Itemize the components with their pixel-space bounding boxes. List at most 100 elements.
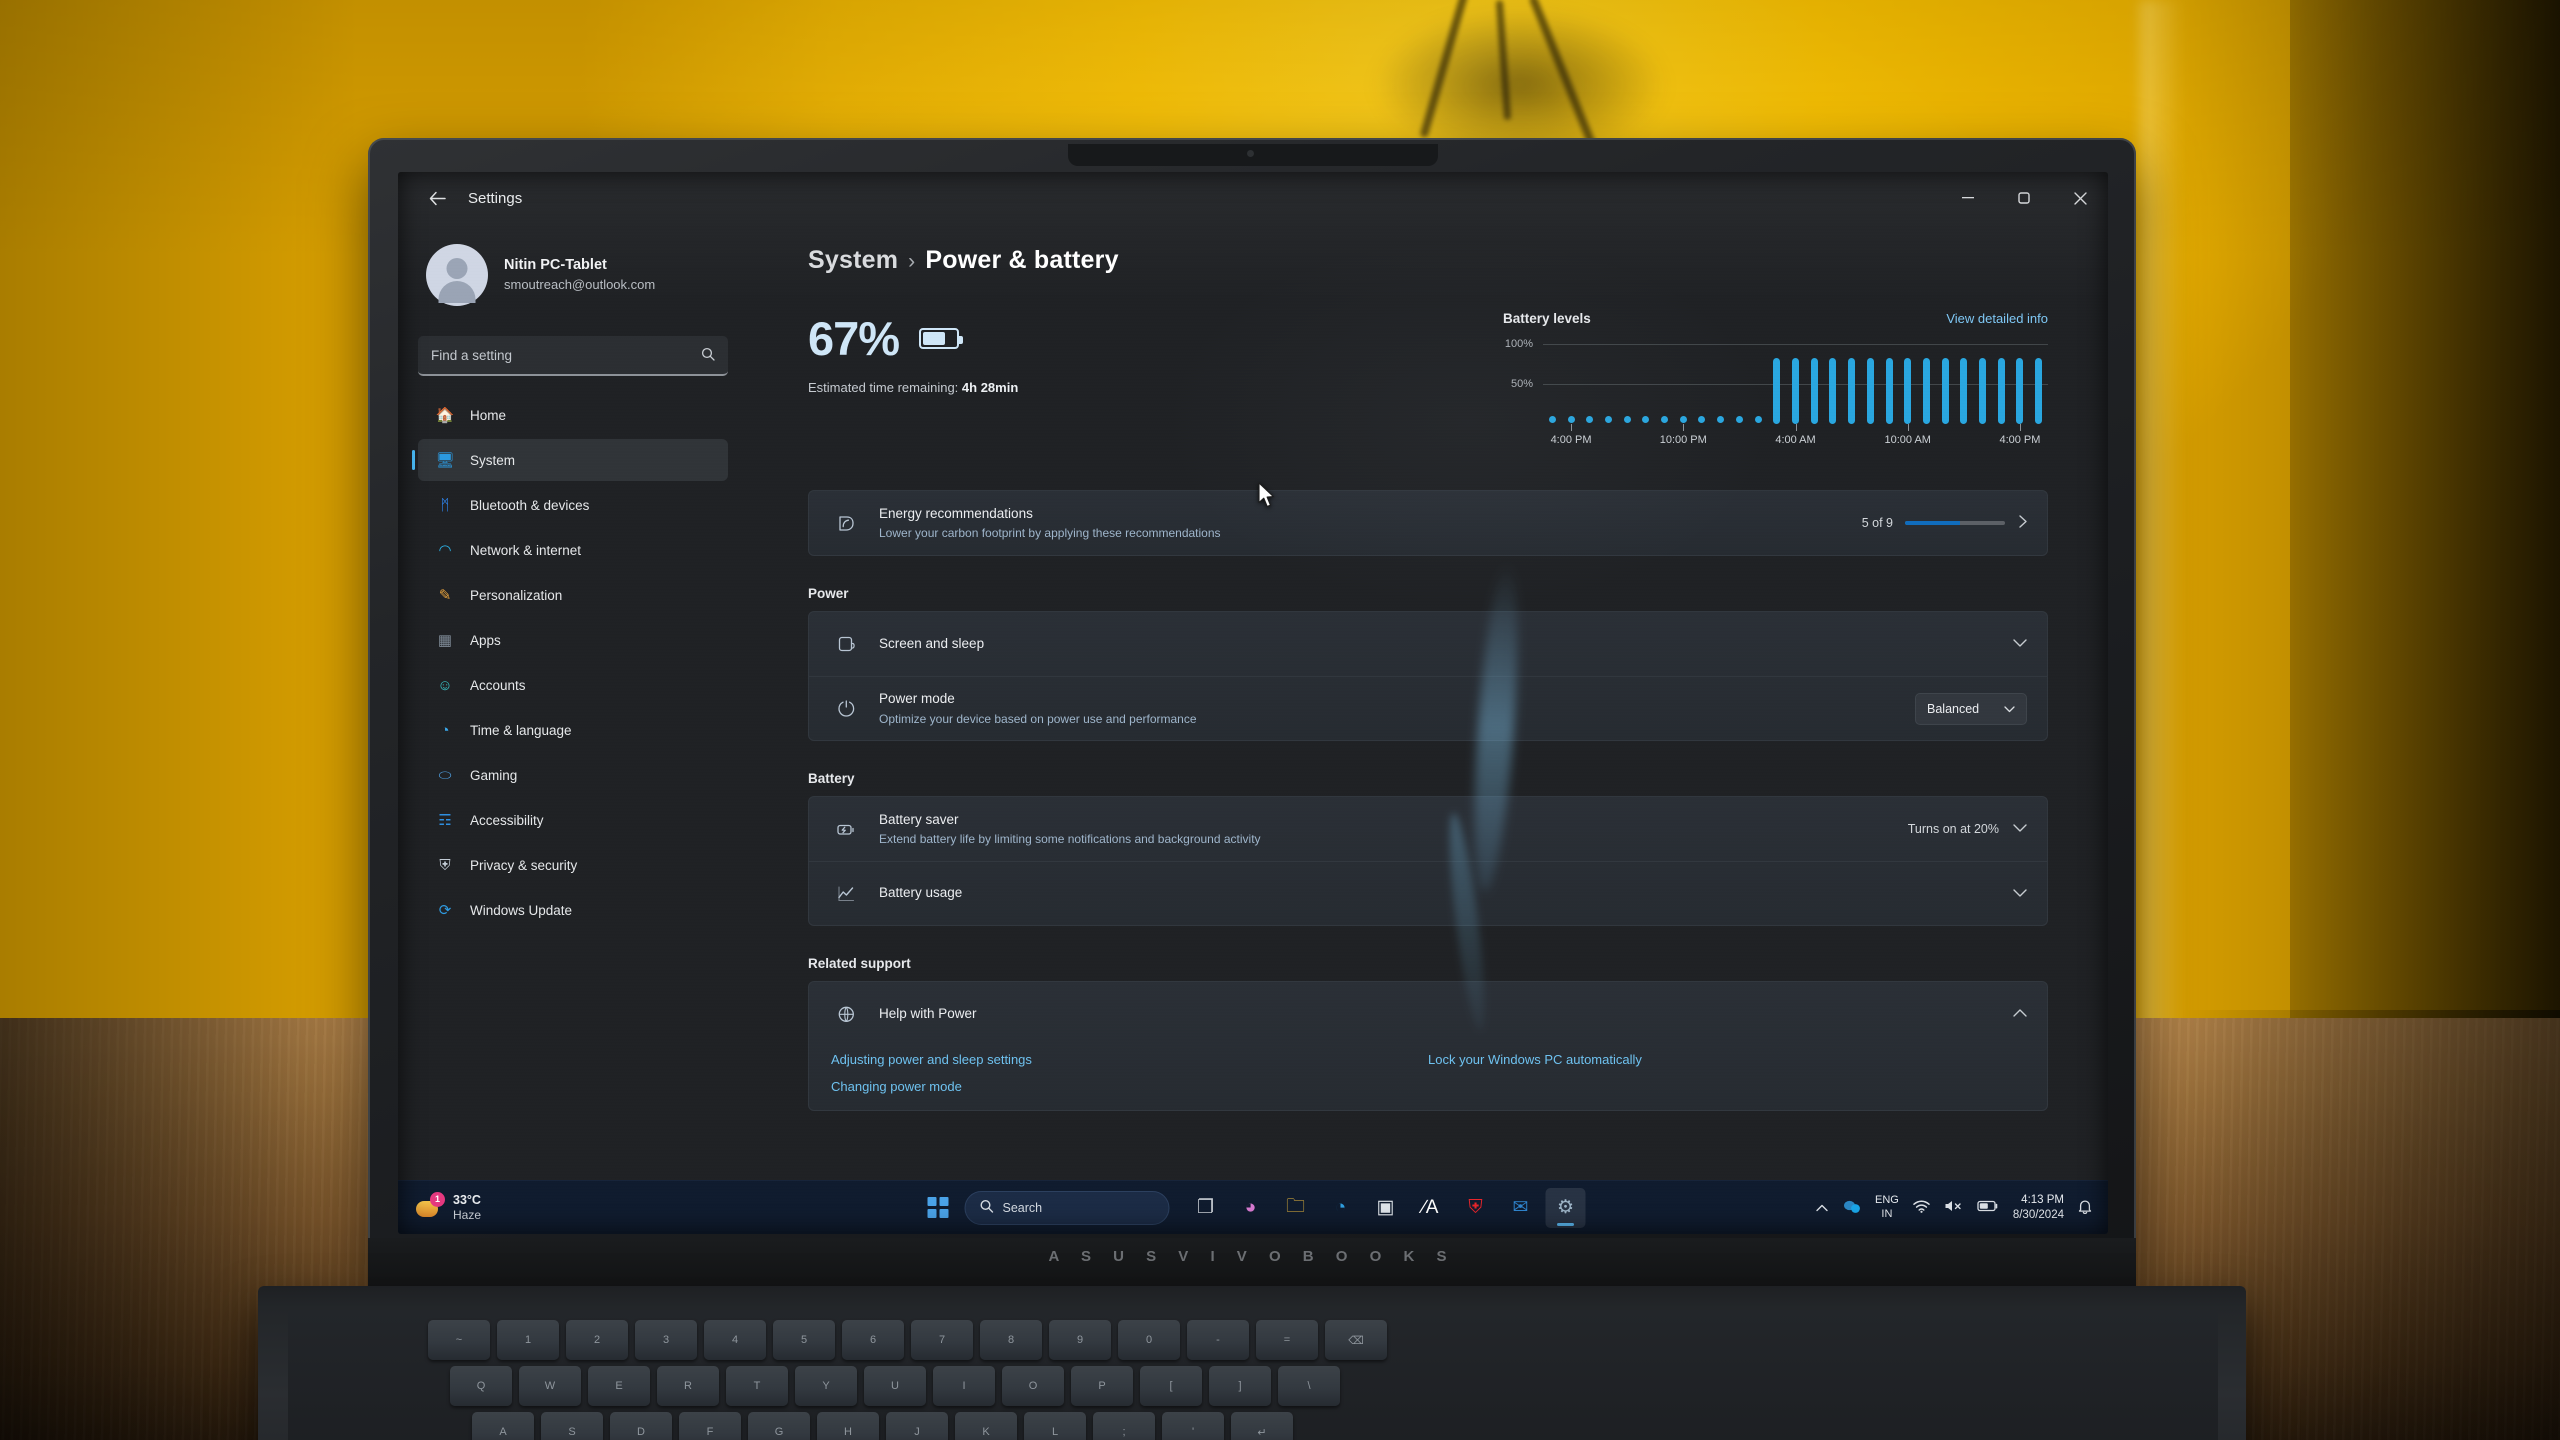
bell-icon[interactable]	[2078, 1199, 2092, 1217]
taskbar: 1 33°C Haze Search ❐ ◕ 🗀 ◔ ▣ ∕A ⛨ ✉ ⚙ EN…	[398, 1180, 2108, 1234]
estimate-value: 4h 28min	[961, 380, 1019, 395]
chart-plot-area: 100% 50%	[1505, 338, 2048, 424]
file-explorer-icon[interactable]: 🗀	[1276, 1188, 1316, 1228]
clock[interactable]: 4:13 PM 8/30/2024	[2013, 1193, 2064, 1223]
help-with-power-row[interactable]: Help with Power	[809, 982, 2047, 1046]
search-placeholder: Find a setting	[431, 347, 513, 363]
chart-empty-dot	[1661, 416, 1669, 423]
settings-icon[interactable]: ⚙	[1545, 1187, 1586, 1228]
power-mode-value: Balanced	[1927, 701, 1980, 716]
power-mode-row[interactable]: Power mode Optimize your device based on…	[809, 676, 2047, 740]
battery-tray-icon[interactable]	[1977, 1200, 1999, 1215]
back-arrow-icon[interactable]	[420, 181, 454, 215]
chart-y-tick-label: 100%	[1504, 338, 1533, 350]
keyboard-key: K	[955, 1412, 1017, 1440]
battery-usage-row[interactable]: Battery usage	[809, 861, 2047, 925]
sidebar-item-gaming[interactable]: ⬭ Gaming	[418, 754, 728, 796]
sidebar-item-personalization[interactable]: ✎ Personalization	[418, 574, 728, 616]
chart-x-tick-label: 4:00 PM	[1550, 434, 1592, 446]
laptop: Settings Nitin PC-Tablet smoutreach@outl…	[258, 138, 2246, 1440]
sidebar-item-bluetooth-devices[interactable]: ᛗ Bluetooth & devices	[418, 484, 728, 526]
tray-chevron-up-icon[interactable]	[1816, 1200, 1828, 1215]
copilot-icon[interactable]: ◕	[1231, 1188, 1271, 1228]
sidebar-item-privacy-security[interactable]: ⛨ Privacy & security	[418, 844, 728, 886]
mcafee-icon[interactable]: ⛨	[1456, 1188, 1496, 1228]
battery-status-block: 67% Estimated time remaining: 4h 28min	[808, 309, 1018, 395]
chart-x-tick-label: 10:00 AM	[1884, 434, 1931, 446]
keyboard-key: \	[1278, 1366, 1340, 1406]
help-link[interactable]: Lock your Windows PC automatically	[1428, 1052, 2025, 1067]
keyboard-key: W	[519, 1366, 581, 1406]
sidebar: Nitin PC-Tablet smoutreach@outlook.com F…	[398, 224, 748, 1180]
volume-muted-icon[interactable]	[1944, 1199, 1963, 1216]
language-top: ENG	[1874, 1193, 1899, 1206]
battery-saver-subtitle: Extend battery life by limiting some not…	[879, 832, 1261, 847]
sidebar-item-accessibility[interactable]: ☶ Accessibility	[418, 799, 728, 841]
microsoft-store-icon[interactable]: ▣	[1366, 1188, 1406, 1228]
power-mode-subtitle: Optimize your device based on power use …	[879, 711, 1197, 726]
sidebar-item-time-language[interactable]: ◔ Time & language	[418, 709, 728, 751]
webcam-lens	[1247, 150, 1254, 157]
taskbar-weather-widget[interactable]: 1 33°C Haze	[398, 1191, 698, 1224]
microsoft-edge-icon[interactable]: ◔	[1321, 1188, 1361, 1228]
related-support-heading: Related support	[808, 956, 911, 971]
chart-bar	[1922, 358, 1930, 424]
laptop-brand: A S U S V I V O B O O K S	[1048, 1248, 1456, 1265]
settings-app-window: Settings Nitin PC-Tablet smoutreach@outl…	[398, 172, 2108, 1234]
chart-bar	[1866, 358, 1874, 424]
view-detailed-info-link[interactable]: View detailed info	[1946, 311, 2048, 326]
sidebar-item-home[interactable]: 🏠 Home	[418, 394, 728, 436]
personalization-icon: ✎	[438, 587, 452, 604]
keyboard-key: ↵	[1231, 1412, 1293, 1440]
keyboard-key: 0	[1118, 1320, 1180, 1360]
chart-empty-dot	[1735, 416, 1743, 423]
chevron-down-icon[interactable]	[2013, 637, 2027, 651]
weather-temperature: 33°C	[453, 1192, 481, 1207]
keyboard-key: J	[886, 1412, 948, 1440]
accessibility-icon: ☶	[438, 812, 452, 829]
wifi-icon[interactable]	[1913, 1199, 1930, 1216]
sidebar-item-label: Bluetooth & devices	[470, 497, 590, 513]
sidebar-item-network-internet[interactable]: ◠ Network & internet	[418, 529, 728, 571]
close-button[interactable]	[2052, 172, 2108, 224]
chart-empty-dot	[1604, 416, 1612, 423]
keyboard-key: 2	[566, 1320, 628, 1360]
myasus-icon[interactable]: ∕A	[1411, 1188, 1451, 1228]
account-block[interactable]: Nitin PC-Tablet smoutreach@outlook.com	[412, 224, 734, 320]
estimate-label: Estimated time remaining:	[808, 380, 959, 395]
chevron-right-icon[interactable]	[2019, 515, 2027, 531]
power-mode-dropdown[interactable]: Balanced	[1915, 692, 2027, 725]
notification-badge: 1	[430, 1191, 445, 1207]
outlook-icon[interactable]: ✉	[1501, 1188, 1541, 1228]
battery-usage-icon	[831, 884, 861, 903]
maximize-button[interactable]	[1996, 172, 2052, 224]
battery-icon	[919, 328, 964, 349]
asus-tray-icon[interactable]	[1842, 1199, 1861, 1217]
laptop-base: ~1234567890-=⌫QWERTYUIOP[]\ASDFGHJKL;'↵Z…	[258, 1286, 2246, 1440]
system-icon: 🖥	[435, 452, 455, 469]
power-section-heading: Power	[808, 586, 849, 601]
chevron-down-icon[interactable]	[2013, 822, 2027, 836]
search-input[interactable]: Find a setting	[418, 336, 728, 376]
laptop-screen: Settings Nitin PC-Tablet smoutreach@outl…	[398, 172, 2108, 1234]
energy-recommendations-card[interactable]: Energy recommendations Lower your carbon…	[808, 490, 2048, 556]
sidebar-item-windows-update[interactable]: ⟳ Windows Update	[418, 889, 728, 931]
taskbar-search[interactable]: Search	[964, 1190, 1170, 1225]
screen-and-sleep-row[interactable]: Screen and sleep	[809, 612, 2047, 676]
help-link[interactable]: Changing power mode	[831, 1079, 1428, 1094]
windows-start-icon[interactable]	[921, 1191, 955, 1225]
help-link[interactable]: Adjusting power and sleep settings	[831, 1052, 1428, 1067]
breadcrumb-parent[interactable]: System	[808, 246, 898, 274]
task-view-icon[interactable]: ❐	[1186, 1188, 1226, 1228]
sidebar-item-system[interactable]: 🖥 System	[412, 439, 728, 481]
language-indicator[interactable]: ENG IN	[1875, 1194, 1899, 1222]
breadcrumb: System › Power & battery	[808, 246, 2048, 275]
minimize-button[interactable]	[1940, 172, 1996, 224]
clock-time: 4:13 PM	[2021, 1193, 2064, 1206]
chevron-up-icon[interactable]	[2013, 1007, 2027, 1021]
energy-recommendations-row[interactable]: Energy recommendations Lower your carbon…	[809, 491, 2047, 555]
chevron-down-icon[interactable]	[2013, 887, 2027, 901]
sidebar-item-apps[interactable]: ▦ Apps	[418, 619, 728, 661]
sidebar-item-accounts[interactable]: ☺ Accounts	[418, 664, 728, 706]
battery-saver-row[interactable]: Battery saver Extend battery life by lim…	[809, 797, 2047, 861]
